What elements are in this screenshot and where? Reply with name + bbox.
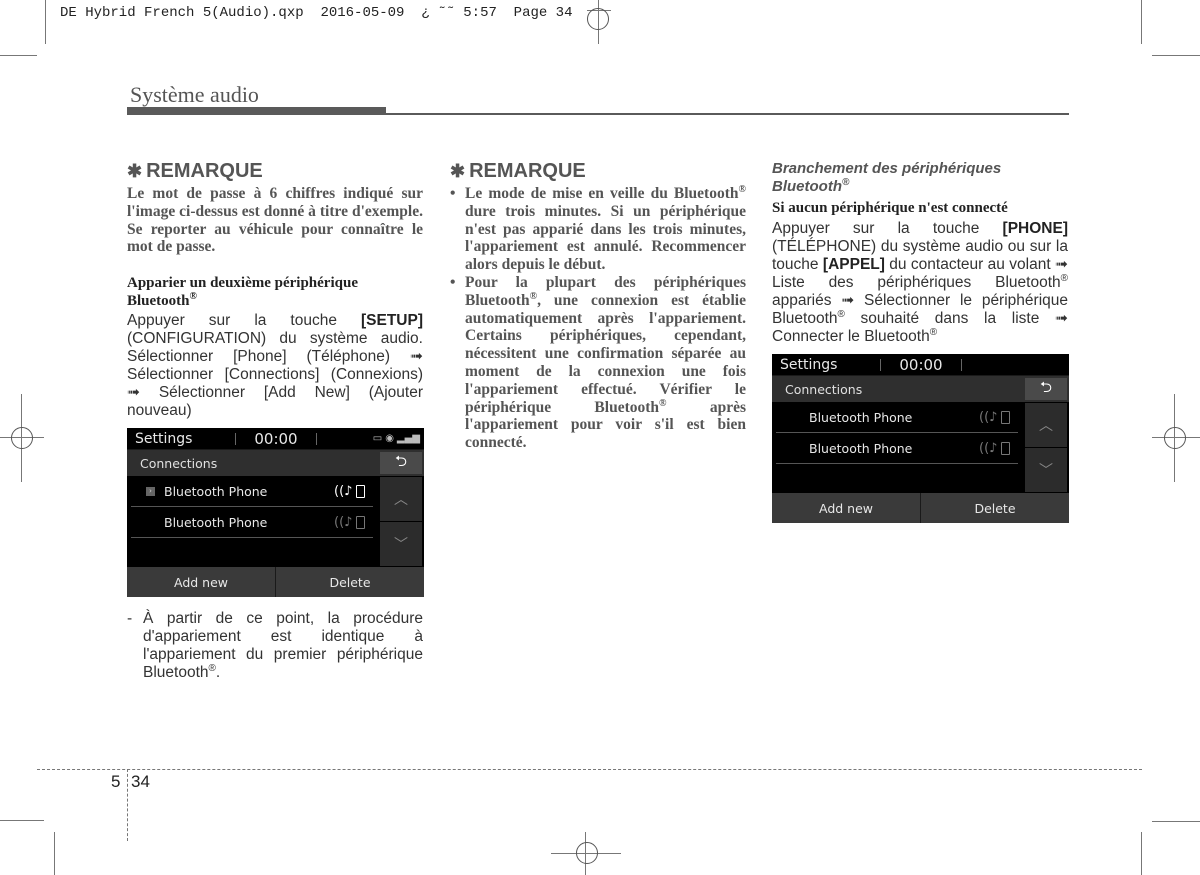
back-arrow-icon: ⮌ bbox=[394, 451, 407, 470]
device-name: Bluetooth Phone bbox=[809, 440, 913, 456]
scroll-controls: ︿ ﹀ bbox=[380, 477, 422, 566]
footer-rule bbox=[37, 769, 1142, 770]
screen-bottombar: Add new Delete bbox=[772, 493, 1069, 523]
back-button[interactable]: ⮌ bbox=[1025, 378, 1067, 400]
instructions: Appuyer sur la touche [PHONE] (TÉLÉPHONE… bbox=[772, 219, 1068, 345]
italic-heading: Branchement des périphériques Bluetooth® bbox=[772, 160, 1002, 195]
settings-screen-2: Settings 00:00 Connections ⮌ Bluetooth P… bbox=[772, 354, 1069, 523]
note-bullets: Le mode de mise en veille du Bluetooth® … bbox=[450, 184, 746, 452]
status-icons: ▭ ◉ ▂▄▆ bbox=[373, 433, 424, 444]
screen-topbar: Settings 00:00 ▭ ◉ ▂▄▆ bbox=[127, 428, 424, 449]
chapter-number: 5 bbox=[111, 772, 121, 791]
screen-bottombar: Add new Delete bbox=[127, 567, 424, 597]
note-text: Le mot de passe à 6 chiffres indiqué sur… bbox=[127, 185, 423, 256]
add-new-button[interactable]: Add new bbox=[127, 567, 275, 597]
appel-key: [APPEL] bbox=[822, 255, 885, 273]
note-heading: ✱ REMARQUE bbox=[450, 160, 586, 182]
bluetooth-audio-icon: ((♪ bbox=[979, 440, 998, 456]
device-name: Bluetooth Phone bbox=[809, 409, 913, 425]
scroll-up-button[interactable]: ︿ bbox=[1025, 403, 1067, 447]
device-name: Bluetooth Phone bbox=[164, 514, 268, 530]
crop-mark bbox=[0, 820, 44, 821]
phone-key: [PHONE] bbox=[1002, 219, 1068, 237]
crop-mark bbox=[0, 55, 37, 56]
column-1-continued: - À partir de ce point, la procédure d'a… bbox=[127, 610, 423, 682]
back-button[interactable]: ⮌ bbox=[380, 452, 422, 474]
column-2: ✱REMARQUE Le mode de mise en veille du B… bbox=[450, 160, 746, 452]
crop-mark bbox=[1152, 821, 1200, 822]
bluetooth-audio-icon: ((♪ bbox=[979, 409, 998, 425]
crop-mark bbox=[1141, 0, 1142, 44]
delete-button[interactable]: Delete bbox=[920, 493, 1069, 523]
screen-topbar: Settings 00:00 bbox=[772, 354, 1069, 375]
device-list: Bluetooth Phone ((♪ Bluetooth Phone ((♪ bbox=[772, 402, 1022, 492]
phone-icon bbox=[356, 515, 365, 529]
subheading: Si aucun périphérique n'est connecté bbox=[772, 200, 1008, 216]
crop-mark bbox=[45, 0, 46, 44]
page-number: 34 bbox=[131, 772, 150, 791]
device-row[interactable]: Bluetooth Phone ((♪ bbox=[776, 402, 1018, 433]
note-bullet: Le mode de mise en veille du Bluetooth® … bbox=[450, 184, 746, 274]
settings-screen-1: Settings 00:00 ▭ ◉ ▂▄▆ Connections ⮌ › B… bbox=[127, 428, 424, 597]
bluetooth-audio-icon: ((♪ bbox=[334, 483, 353, 499]
device-row[interactable]: Bluetooth Phone ((♪ bbox=[131, 507, 373, 538]
back-arrow-icon: ⮌ bbox=[1039, 377, 1052, 396]
subheading: Apparier un deuxième périphérique Blueto… bbox=[127, 275, 358, 309]
screen-title: Settings bbox=[780, 356, 838, 373]
chevron-down-icon: ﹀ bbox=[394, 537, 408, 553]
connections-label: Connections bbox=[785, 381, 863, 397]
chevron-up-icon: ︿ bbox=[394, 492, 408, 508]
device-row[interactable]: › Bluetooth Phone ((♪ bbox=[131, 476, 373, 507]
scroll-up-button[interactable]: ︿ bbox=[380, 477, 422, 521]
device-list: › Bluetooth Phone ((♪ Bluetooth Phone ((… bbox=[127, 476, 377, 566]
crop-mark bbox=[1141, 832, 1142, 875]
crop-mark bbox=[1152, 55, 1200, 56]
instructions: Appuyer sur la touche [SETUP] (CONFIGURA… bbox=[127, 312, 423, 420]
scroll-down-button[interactable]: ﹀ bbox=[1025, 448, 1067, 492]
chevron-up-icon: ︿ bbox=[1039, 418, 1053, 434]
signal-icon: ▂▄▆ bbox=[396, 433, 420, 444]
battery-icon: ▭ bbox=[372, 433, 383, 444]
connections-label: Connections bbox=[140, 455, 218, 471]
phone-icon bbox=[1001, 441, 1010, 455]
note-heading: ✱ REMARQUE bbox=[127, 160, 263, 182]
setup-key: [SETUP] bbox=[361, 312, 423, 330]
delete-button[interactable]: Delete bbox=[275, 567, 424, 597]
asterisk-icon: ✱ bbox=[127, 161, 143, 181]
asterisk-icon: ✱ bbox=[450, 161, 466, 181]
title-rule-thin bbox=[386, 113, 1069, 115]
screen-clock: 00:00 bbox=[254, 429, 298, 448]
device-row[interactable]: Bluetooth Phone ((♪ bbox=[776, 433, 1018, 464]
scroll-down-button[interactable]: ﹀ bbox=[380, 522, 422, 566]
selected-indicator-icon: › bbox=[146, 486, 155, 496]
print-slug: DE Hybrid French 5(Audio).qxp 2016-05-09… bbox=[60, 5, 573, 21]
title-rule-thick bbox=[127, 107, 386, 115]
note-bullet: Pour la plupart des périphériques Blueto… bbox=[450, 274, 746, 452]
bluetooth-icon: ◉ bbox=[385, 433, 394, 444]
screen-subbar: Connections ⮌ bbox=[772, 375, 1069, 402]
bluetooth-audio-icon: ((♪ bbox=[334, 514, 353, 530]
column-1: ✱ REMARQUE Le mot de passe à 6 chiffres i… bbox=[127, 160, 423, 420]
crop-mark bbox=[54, 832, 55, 875]
screen-subbar: Connections ⮌ bbox=[127, 449, 424, 476]
chevron-down-icon: ﹀ bbox=[1039, 463, 1053, 479]
phone-icon bbox=[356, 484, 365, 498]
footer-divider bbox=[127, 769, 128, 841]
scroll-controls: ︿ ﹀ bbox=[1025, 403, 1067, 492]
phone-icon bbox=[1001, 410, 1010, 424]
device-name: Bluetooth Phone bbox=[164, 483, 268, 499]
screen-clock: 00:00 bbox=[899, 355, 943, 374]
screen-title: Settings bbox=[135, 430, 193, 447]
section-title: Système audio bbox=[130, 82, 259, 107]
dash-item: - À partir de ce point, la procédure d'a… bbox=[127, 610, 423, 681]
add-new-button[interactable]: Add new bbox=[772, 493, 920, 523]
column-3: Branchement des périphériques Bluetooth®… bbox=[772, 160, 1068, 346]
